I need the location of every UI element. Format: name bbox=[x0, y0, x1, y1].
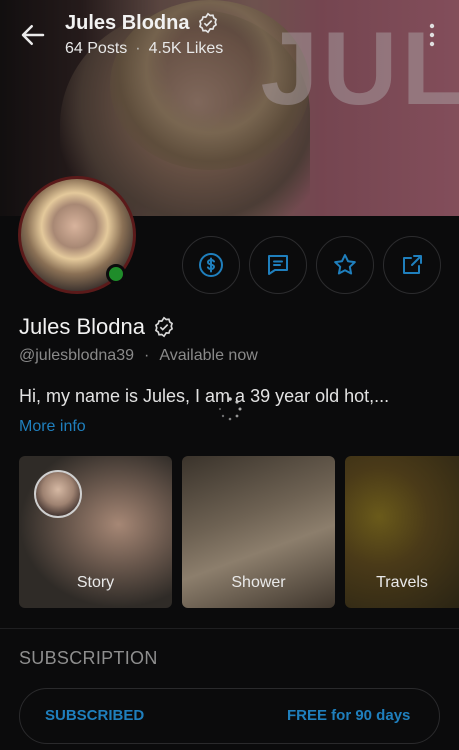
section-divider bbox=[0, 628, 459, 629]
highlight-label: Travels bbox=[376, 574, 428, 591]
posts-count: 64 Posts bbox=[65, 40, 128, 57]
verified-badge-icon bbox=[198, 12, 218, 34]
availability-status: Available now bbox=[159, 347, 258, 364]
loading-spinner-icon bbox=[218, 397, 242, 421]
profile-bio: Hi, my name is Jules, I am a 39 year old… bbox=[19, 386, 390, 406]
handle-separator: · bbox=[144, 347, 150, 364]
header-stats: 64 Posts · 4.5K Likes bbox=[65, 40, 223, 58]
online-status-indicator bbox=[106, 264, 126, 284]
message-icon bbox=[268, 255, 288, 275]
tip-button[interactable] bbox=[182, 236, 240, 294]
subscription-offer: FREE for 90 days bbox=[287, 707, 411, 724]
profile-handle: @julesblodna39 bbox=[19, 347, 134, 364]
share-button[interactable] bbox=[383, 236, 441, 294]
more-info-link[interactable]: More info bbox=[19, 418, 86, 436]
back-arrow-icon[interactable] bbox=[18, 20, 48, 50]
dollar-icon bbox=[199, 253, 223, 277]
highlight-shower[interactable]: Shower bbox=[182, 456, 335, 608]
profile-name: Jules Blodna bbox=[19, 314, 145, 339]
subscription-heading: SUBSCRIPTION bbox=[19, 648, 158, 668]
highlight-travels[interactable]: Travels bbox=[345, 456, 459, 608]
subscription-status: SUBSCRIBED bbox=[45, 707, 145, 724]
highlight-label: Story bbox=[76, 574, 115, 591]
top-bar: Jules Blodna 64 Posts · 4.5K Likes bbox=[0, 0, 459, 70]
more-options-icon[interactable] bbox=[426, 22, 438, 48]
favorite-button[interactable] bbox=[316, 236, 374, 294]
share-icon bbox=[403, 255, 422, 274]
highlight-label: Shower bbox=[231, 574, 286, 591]
likes-count: 4.5K Likes bbox=[148, 40, 224, 57]
header-title: Jules Blodna bbox=[65, 12, 190, 34]
message-button[interactable] bbox=[249, 236, 307, 294]
stats-separator: · bbox=[135, 40, 141, 57]
highlight-story-avatar bbox=[34, 470, 82, 518]
star-icon bbox=[334, 254, 356, 275]
verified-badge-icon bbox=[154, 316, 174, 338]
handle-row: @julesblodna39 · Available now bbox=[19, 347, 258, 365]
